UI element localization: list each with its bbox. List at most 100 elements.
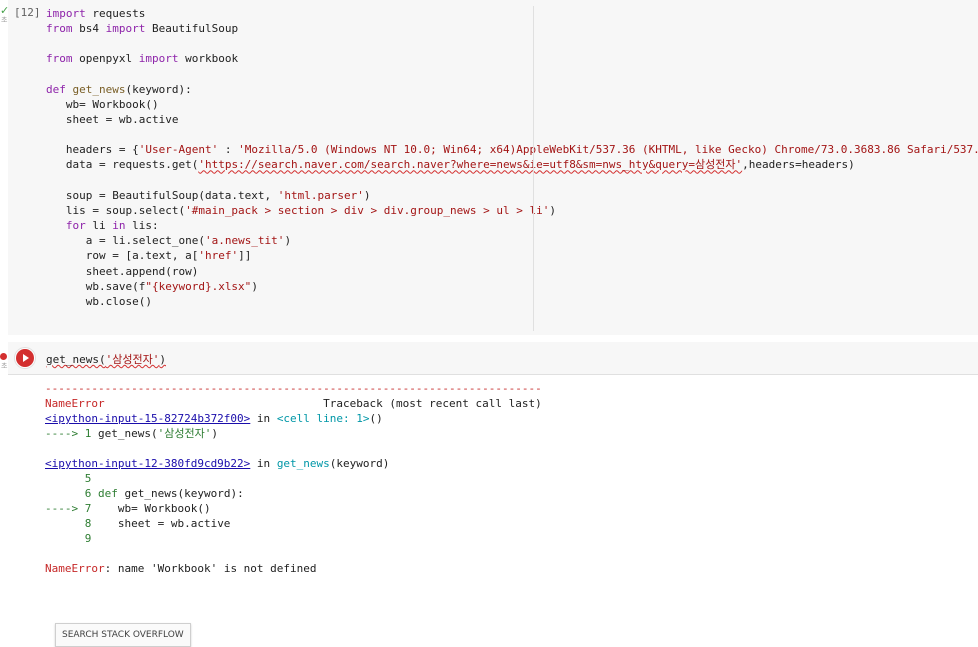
code-token: get_news( (91, 427, 158, 440)
text-line: a = li.select_one('a.news_tit') (46, 233, 978, 248)
text-line: lis = soup.select('#main_pack > section … (46, 203, 978, 218)
code-token: get_news( (46, 353, 106, 366)
code-token: ) (284, 234, 292, 248)
line-length-ruler (533, 6, 534, 331)
text-line: for li in lis: (46, 218, 978, 233)
search-stack-overflow-button[interactable]: SEARCH STACK OVERFLOW (55, 623, 191, 647)
code-token: row = [a.text, a[ (46, 249, 199, 263)
text-line: soup = BeautifulSoup(data.text, 'html.pa… (46, 188, 978, 203)
text-line: wb.close() (46, 294, 978, 309)
code-token: in (250, 412, 277, 425)
code-token: from (46, 22, 73, 36)
text-line: from openpyxl import workbook (46, 51, 978, 66)
code-token: lis: (125, 219, 159, 233)
code-cell-1[interactable]: import requests from bs4 import Beautiful… (0, 0, 978, 335)
code-token: requests (85, 7, 146, 20)
code-token: <ipython-input-15-82724b372f00> (45, 412, 251, 425)
code-token: li (85, 219, 113, 233)
code-token: 'User-Agent' (138, 143, 219, 157)
code-token: 'html.parser' (277, 188, 364, 202)
text-line: data = requests.get('https://search.nave… (46, 157, 978, 172)
code-token: wb= Workbook() (46, 97, 159, 111)
code-line-call[interactable]: get_news('삼성전자') (46, 351, 166, 367)
play-icon (16, 349, 34, 367)
code-token: '삼성전자' (157, 427, 212, 440)
code-token: headers = { (46, 143, 139, 157)
code-token: 5 (45, 472, 92, 485)
code-token: ----------------------------------------… (45, 382, 542, 395)
text-line: 8 sheet = wb.active (45, 516, 542, 531)
code-token: <cell line: 1> (276, 412, 370, 425)
code-token: lis = soup.select( (46, 203, 186, 217)
text-line: NameError: name 'Workbook' is not define… (45, 561, 542, 576)
code-token: data = requests.get( (46, 158, 199, 172)
code-token: bs4 (72, 22, 106, 36)
code-editor-1[interactable]: import requests from bs4 import Beautiful… (8, 0, 978, 335)
code-token: 'https://search.naver.com/search.naver?w… (198, 158, 743, 172)
code-token: sheet = wb.active (91, 517, 231, 530)
code-cell-2[interactable]: get_news('삼성전자') -----------------------… (0, 342, 978, 647)
code-token: def (46, 82, 66, 96)
code-token: get_news (276, 457, 330, 470)
text-line: <ipython-input-15-82724b372f00> in <cell… (45, 411, 542, 426)
code-token: (keyword): (125, 82, 192, 96)
code-lines-1[interactable]: import requests from bs4 import Beautiful… (46, 6, 978, 309)
code-token: a = li.select_one( (46, 234, 205, 248)
exec-time-label: 초 (1, 16, 8, 24)
text-line (45, 441, 542, 456)
code-token: wb= Workbook() (91, 502, 211, 515)
code-token: sheet.append(row) (46, 264, 199, 278)
text-line: ----------------------------------------… (45, 381, 542, 396)
text-line: def get_news(keyword): (46, 82, 978, 97)
code-token: : (218, 143, 239, 157)
text-line: wb= Workbook() (46, 97, 978, 112)
code-token: from (46, 52, 73, 66)
code-token: NameError (45, 562, 105, 575)
execution-count: [12] (14, 6, 41, 19)
code-token: '삼성전자' (105, 353, 160, 366)
text-line: import requests (46, 6, 978, 21)
code-token: ) (251, 279, 258, 293)
text-line: ----> 1 get_news('삼성전자') (45, 426, 542, 441)
run-cell-button[interactable] (14, 347, 36, 369)
text-line (46, 36, 978, 51)
text-line: 6 def get_news(keyword): (45, 486, 542, 501)
error-indicator-icon (0, 353, 7, 360)
code-token: "{keyword}.xlsx" (145, 279, 252, 293)
text-line: headers = {'User-Agent' : 'Mozilla/5.0 (… (46, 142, 978, 157)
text-line: 9 (45, 531, 542, 546)
code-token: ) (363, 188, 371, 202)
code-token: '#main_pack > section > div > div.group_… (185, 203, 550, 217)
text-line (46, 127, 978, 142)
code-token: NameError (45, 397, 105, 410)
code-token: get_news(keyword): (117, 487, 244, 500)
code-token: ) (549, 203, 556, 217)
text-line: ----> 7 wb= Workbook() (45, 501, 542, 516)
code-token: openpyxl (72, 52, 139, 66)
text-line: sheet = wb.active (46, 112, 978, 127)
text-line: row = [a.text, a['href']] (46, 248, 978, 263)
text-line (45, 546, 542, 561)
text-line (46, 173, 978, 188)
code-token: get_news (72, 82, 126, 96)
text-line: NameError Traceback (most recent call la… (45, 396, 542, 411)
text-line (46, 67, 978, 82)
code-token: sheet = wb.active (46, 113, 179, 127)
code-token: ) (159, 353, 166, 366)
code-token: ----> 7 (45, 502, 92, 515)
code-token: 'a.news_tit' (204, 234, 285, 248)
code-token: 9 (45, 532, 92, 545)
code-token: BeautifulSoup (145, 22, 239, 36)
code-token: 6 (45, 487, 92, 500)
code-token: ]] (238, 249, 252, 263)
code-token: workbook (178, 52, 239, 66)
traceback-output: ----------------------------------------… (45, 381, 542, 576)
code-token: (keyword) (329, 457, 390, 470)
code-token: 'Mozilla/5.0 (Windows NT 10.0; Win64; x6… (238, 143, 978, 157)
code-token: wb.close() (46, 295, 152, 309)
code-editor-2[interactable]: get_news('삼성전자') (8, 342, 978, 374)
code-token: 'href' (198, 249, 239, 263)
